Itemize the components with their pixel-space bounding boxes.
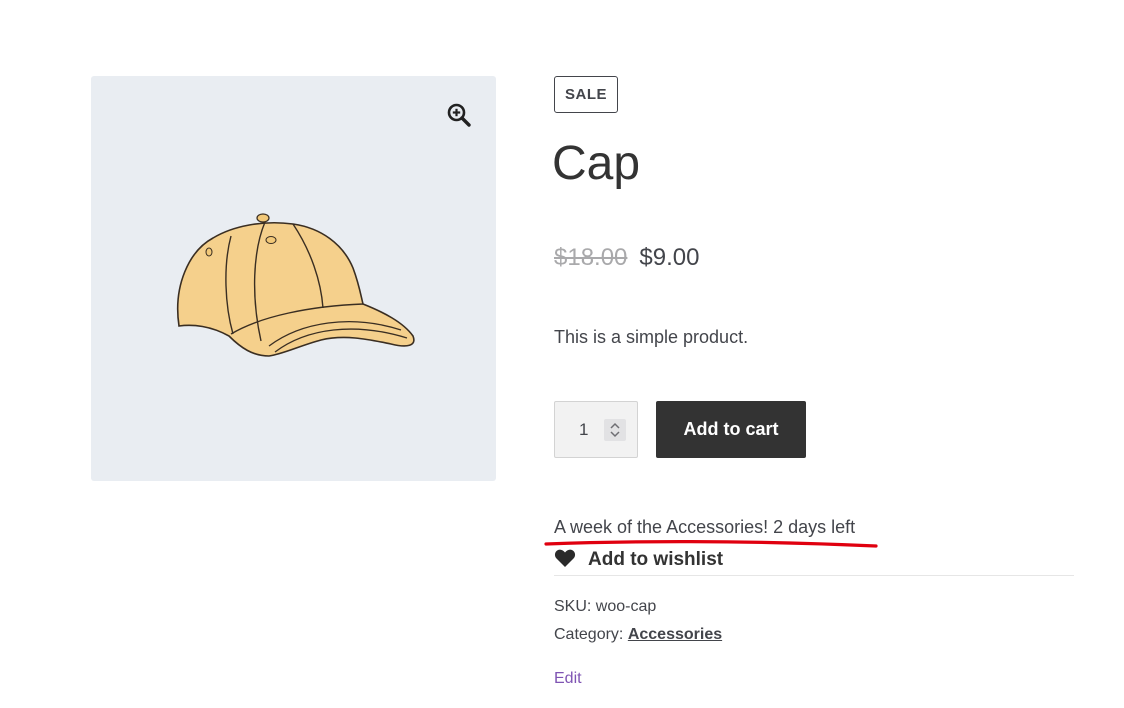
- quantity-input[interactable]: 1: [554, 401, 638, 458]
- chevron-up-down-icon[interactable]: [604, 419, 626, 441]
- sku-label: SKU:: [554, 598, 592, 615]
- category-label: Category:: [554, 626, 624, 643]
- sku-value: woo-cap: [595, 598, 657, 615]
- product-price: $18.00 $9.00: [554, 242, 699, 274]
- quantity-value[interactable]: 1: [579, 420, 588, 440]
- sale-price: $9.00: [639, 244, 700, 271]
- product-sku: SKU: woo-cap: [554, 596, 656, 618]
- add-to-wishlist-link[interactable]: Add to wishlist: [554, 546, 723, 574]
- sale-badge: SALE: [554, 76, 619, 113]
- promo-countdown: A week of the Accessories! 2 days left: [554, 517, 856, 537]
- product-category: Category: Accessories: [554, 624, 722, 646]
- zoom-icon[interactable]: [446, 102, 472, 128]
- short-description: This is a simple product.: [554, 327, 749, 347]
- product-title: Cap: [552, 137, 641, 190]
- edit-link[interactable]: Edit: [554, 670, 582, 688]
- wishlist-label[interactable]: Add to wishlist: [588, 549, 723, 571]
- add-to-cart-button[interactable]: Add to cart: [656, 401, 806, 458]
- divider: [554, 575, 1074, 576]
- category-link-accessories[interactable]: Accessories: [628, 626, 722, 643]
- heart-icon: [554, 548, 576, 573]
- regular-price: $18.00: [554, 244, 628, 271]
- product-gallery[interactable]: [91, 76, 496, 481]
- product-image-cap: [177, 213, 415, 357]
